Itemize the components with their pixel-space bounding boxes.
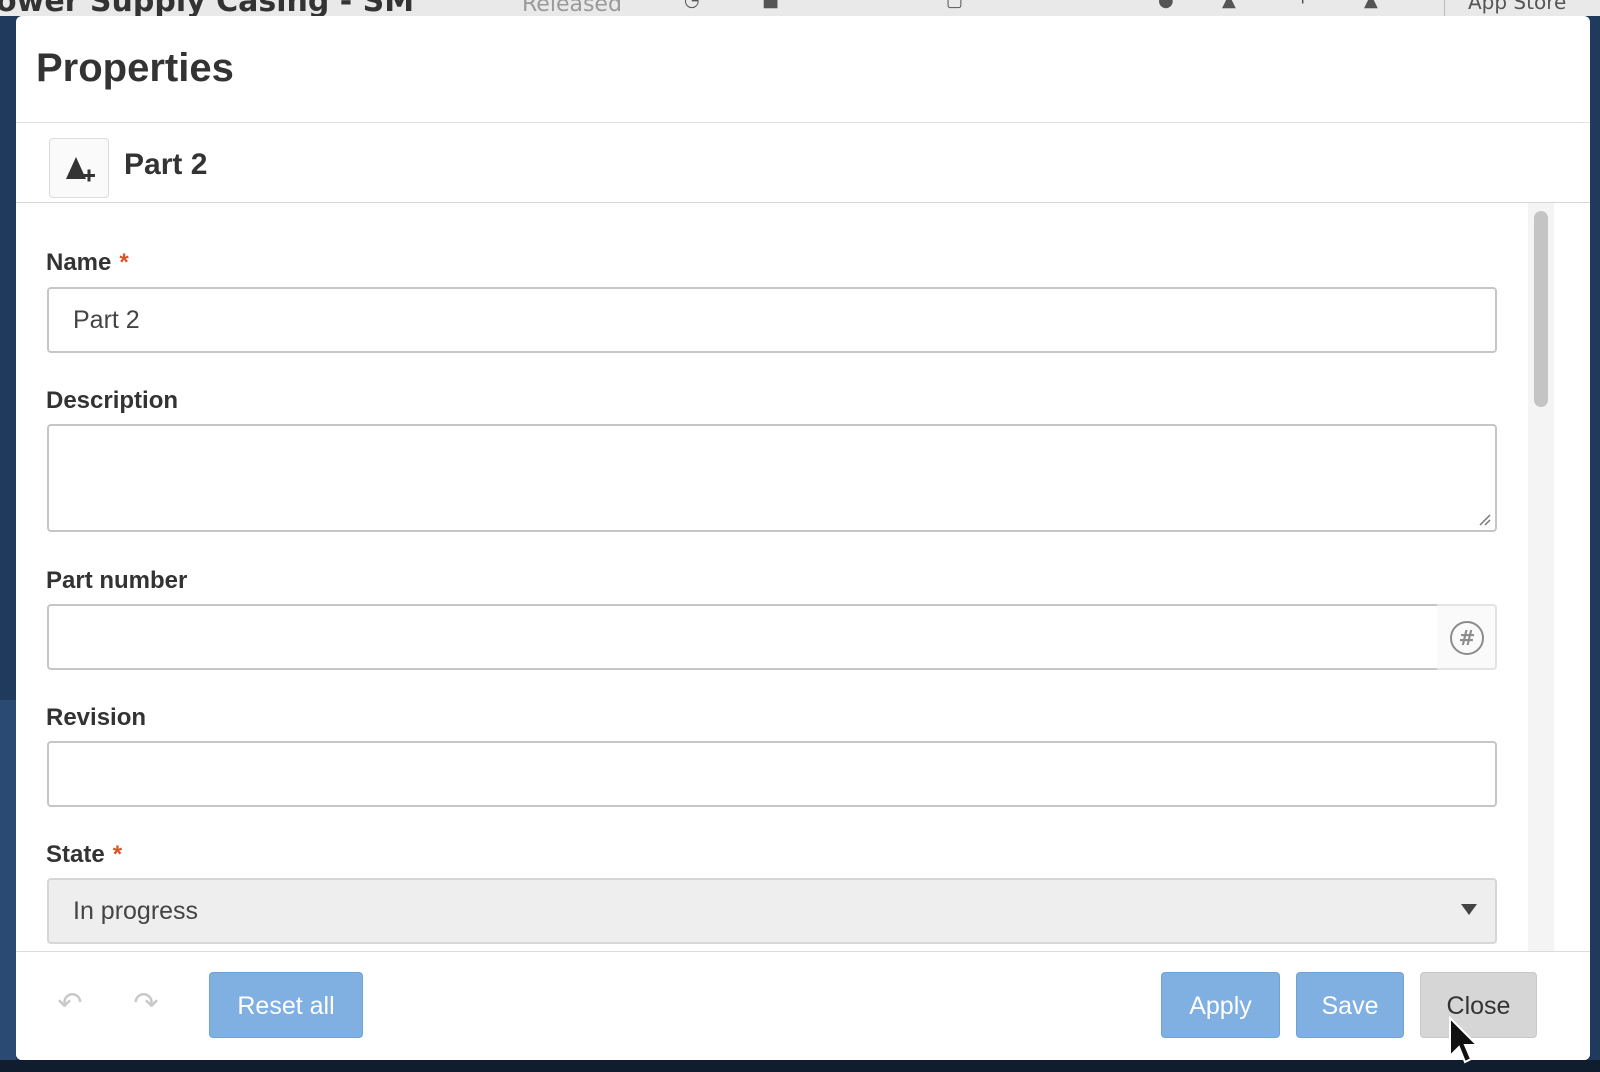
part-name-heading: Part 2 [124,148,208,181]
apply-button[interactable]: Apply [1161,972,1280,1038]
document-status: Released [522,0,622,16]
background-canvas [0,700,16,1072]
document-title: ower Supply Casing - SM [0,0,414,16]
description-textarea[interactable] [47,424,1497,532]
state-select[interactable]: In progress [47,878,1497,944]
part-icon-button[interactable] [49,138,109,198]
dialog-title: Properties [36,46,234,90]
background-app-bar: ower Supply Casing - SM Released ◔ ■ ▢ ●… [0,0,1600,16]
name-label-text: Name [46,249,112,276]
state-selected-value: In progress [73,897,199,925]
undo-icon: ↶ [57,986,83,1021]
name-label: Name * [46,249,129,277]
learning-icon[interactable]: ▲ [1222,0,1244,10]
revision-input[interactable] [47,741,1497,807]
reset-all-button[interactable]: Reset all [209,972,363,1038]
redo-icon: ↷ [133,986,159,1021]
generate-part-number-button[interactable]: # [1437,604,1497,670]
workspace-icon[interactable]: ■ [762,0,784,10]
share-icon[interactable]: ⌐ [1300,0,1322,10]
part-add-icon [66,157,95,182]
part-number-label: Part number [46,567,188,594]
redo-button[interactable]: ↷ [118,976,174,1032]
scrollbar-thumb[interactable] [1534,211,1548,407]
toolbar-divider [1444,0,1445,16]
name-input[interactable]: Part 2 [47,287,1497,353]
dialog-footer: ↶ ↷ Reset all Apply Save Close [16,951,1590,1060]
properties-dialog: Properties Part 2 Name * Part 2 Descripti… [16,16,1590,1060]
state-label-text: State [46,841,105,868]
part-subheader: Part 2 [16,122,1590,203]
dialog-header: Properties [16,16,1590,123]
comment-icon[interactable]: ● [1158,0,1180,10]
part-number-input[interactable] [47,604,1439,670]
required-asterisk: * [119,249,129,276]
mouse-cursor-icon [1449,1016,1480,1064]
state-label: State * [46,841,122,869]
undo-button[interactable]: ↶ [42,976,98,1032]
revision-label: Revision [46,704,147,731]
notification-icon[interactable]: ▲ [1364,0,1386,10]
required-asterisk: * [112,841,123,868]
description-label: Description [46,387,179,414]
app-store-link[interactable]: App Store [1468,0,1566,14]
resize-grip-icon[interactable] [1479,514,1491,526]
background-canvas-bottom [0,1060,1600,1072]
save-button[interactable]: Save [1296,972,1404,1038]
form-scrollbar[interactable] [1528,203,1554,951]
clipboard-icon[interactable]: ▢ [946,0,968,10]
history-icon[interactable]: ◔ [684,0,706,10]
hash-generate-icon: # [1450,621,1484,655]
chevron-down-icon [1461,904,1477,915]
properties-form: Name * Part 2 Description Part number # R… [16,203,1590,951]
